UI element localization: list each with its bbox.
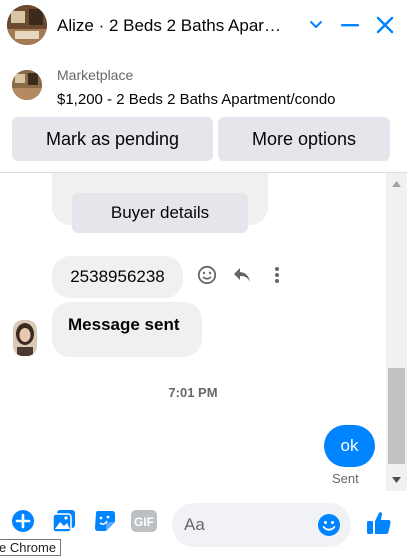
message-input-box[interactable] xyxy=(172,503,351,547)
contact-avatar[interactable] xyxy=(13,320,37,356)
message-sent-bubble[interactable]: Message sent xyxy=(52,302,202,357)
chevron-down-icon[interactable] xyxy=(303,12,329,38)
close-icon[interactable] xyxy=(372,12,398,38)
gif-icon[interactable]: GIF xyxy=(130,508,158,534)
gif-label: GIF xyxy=(134,515,154,529)
more-icon[interactable] xyxy=(264,262,290,288)
emoji-icon[interactable] xyxy=(317,513,341,537)
listing-title[interactable]: $1,200 - 2 Beds 2 Baths Apartment/condo xyxy=(57,91,336,108)
message-list: Buyer details 2538956238 Message sent 7:… xyxy=(0,173,386,493)
reply-icon[interactable] xyxy=(229,262,255,288)
message-sent-text: Message sent xyxy=(68,315,180,334)
emoji-react-icon[interactable] xyxy=(194,262,220,288)
listing-thumbnail[interactable] xyxy=(12,70,42,100)
sent-status: Sent xyxy=(332,471,359,486)
more-options-button[interactable]: More options xyxy=(218,117,390,161)
minimize-icon[interactable] xyxy=(337,12,363,38)
message-timestamp: 7:01 PM xyxy=(168,385,218,400)
chat-header: Alize · 2 Beds 2 Baths Apar… xyxy=(0,0,407,52)
buyer-details-button[interactable]: Buyer details xyxy=(72,193,248,233)
sticker-icon[interactable] xyxy=(92,508,118,534)
phone-message[interactable]: 2538956238 xyxy=(52,256,183,298)
outgoing-message[interactable]: ok xyxy=(324,425,375,467)
add-icon[interactable] xyxy=(10,508,36,534)
phone-text: 2538956238 xyxy=(70,267,165,286)
scroll-down-arrow[interactable] xyxy=(386,471,407,488)
scroll-thumb[interactable] xyxy=(388,368,405,464)
marketplace-label: Marketplace xyxy=(57,67,134,83)
outgoing-text: ok xyxy=(340,436,359,455)
marketplace-info: Marketplace $1,200 - 2 Beds 2 Baths Apar… xyxy=(0,56,407,116)
message-input[interactable] xyxy=(184,503,314,547)
scroll-up-arrow[interactable] xyxy=(386,175,407,192)
chat-title[interactable]: Alize · 2 Beds 2 Baths Apar… xyxy=(57,16,281,36)
photo-icon[interactable] xyxy=(51,508,77,534)
listing-avatar[interactable] xyxy=(7,5,47,45)
scrollbar[interactable] xyxy=(386,173,407,491)
thumbs-up-icon[interactable] xyxy=(366,510,392,536)
mark-as-pending-button[interactable]: Mark as pending xyxy=(12,117,213,161)
browser-tooltip: e Chrome xyxy=(0,539,62,556)
